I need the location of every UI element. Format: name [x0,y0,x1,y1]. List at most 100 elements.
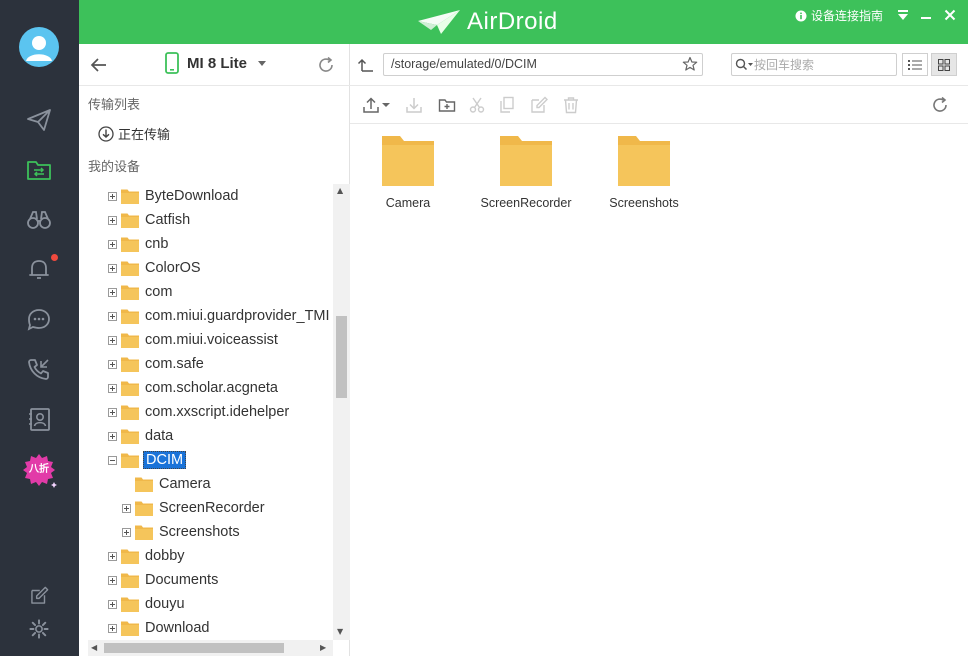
expand-icon[interactable] [108,359,117,369]
expand-icon[interactable] [108,335,117,345]
tree-row[interactable]: com [108,280,174,304]
refresh-files-button[interactable] [931,96,949,114]
tree-row[interactable]: douyu [108,592,187,616]
expand-icon[interactable] [108,623,117,633]
search-input[interactable] [754,56,892,73]
device-selector[interactable]: MI 8 Lite [165,52,269,74]
copy-button[interactable] [498,96,516,114]
expand-icon[interactable] [108,575,117,585]
expand-icon[interactable] [108,191,117,201]
expand-icon[interactable] [108,431,117,441]
edit-icon [31,586,49,604]
delete-button[interactable] [562,96,580,114]
tree-row[interactable]: com.xxscript.idehelper [108,400,291,424]
tree-row[interactable]: Documents [108,568,220,592]
expand-icon[interactable] [108,383,117,393]
tree-row[interactable]: com.safe [108,352,206,376]
chevron-down-icon [258,61,267,66]
folder-icon [135,501,153,516]
tree-row[interactable]: cnb [108,232,170,256]
device-sidebar: MI 8 Lite 传输列表 正在传输 我的设备 ByteDownload Cat… [79,44,350,656]
arrow-left-icon [90,58,106,72]
tree-vertical-scrollbar[interactable]: ▲ ▼ [333,184,350,640]
rename-button[interactable] [530,96,548,114]
path-field[interactable]: /storage/emulated/0/DCIM [383,53,703,76]
parent-folder-button[interactable] [357,56,375,74]
tree-horizontal-scrollbar[interactable]: ◀ ▶ [88,640,333,656]
transferring-item[interactable]: 正在传输 [98,124,170,143]
folder-tile[interactable]: Camera [358,132,458,222]
tree-row[interactable]: Catfish [108,208,192,232]
list-view-button[interactable] [902,53,928,76]
tree-row[interactable]: ByteDownload [108,184,241,208]
back-button[interactable] [89,55,109,75]
expand-icon[interactable] [108,407,117,417]
upload-icon [363,97,390,113]
menu-dropdown-button[interactable] [894,6,912,24]
grid-view-button[interactable] [931,53,957,76]
expand-icon[interactable] [108,239,117,249]
tree-row[interactable]: DCIM [108,448,187,472]
expand-icon[interactable] [108,551,117,561]
expand-icon[interactable] [108,599,117,609]
avatar[interactable] [19,27,59,67]
tree-row[interactable]: ColorOS [108,256,203,280]
expand-icon[interactable] [108,311,117,321]
search-icon[interactable] [735,58,755,72]
calls-nav[interactable] [21,351,57,387]
rename-icon [531,96,548,113]
connection-guide-link[interactable]: 设备连接指南 [795,7,883,24]
upload-button[interactable] [362,96,394,114]
expand-icon[interactable] [122,503,131,513]
folder-tile[interactable]: Screenshots [594,132,694,222]
tree-row[interactable]: Camera [122,472,213,496]
promo-badge[interactable]: 八折 [21,452,57,488]
tree-row[interactable]: com.miui.guardprovider_TMI [108,304,332,328]
trash-icon [564,97,578,114]
file-transfer-nav[interactable] [21,152,57,188]
close-icon [944,9,956,21]
feedback-nav[interactable] [21,578,57,614]
close-button[interactable] [941,6,959,24]
messages-nav[interactable] [21,301,57,337]
folder-icon [121,189,139,204]
folder-tile-label: Camera [385,196,431,210]
tree-row[interactable]: com.miui.voiceassist [108,328,280,352]
expand-icon[interactable] [108,263,117,273]
tree-row-label: cnb [145,236,169,252]
collapse-icon[interactable] [108,455,117,465]
settings-nav[interactable] [21,611,57,647]
scroll-right-icon: ▶ [320,643,327,652]
tree-vertical-scroll-thumb[interactable] [336,316,347,398]
minimize-icon [921,17,931,19]
tree-row[interactable]: Screenshots [122,520,242,544]
tree-row-label: com.safe [145,356,204,372]
airdroid-window: 八折 AirDroid 设备连接指南 MI 8 Lite 传输列表 正在传输 我… [0,0,968,656]
cut-button[interactable] [468,96,486,114]
folder-tile[interactable]: ScreenRecorder [476,132,576,222]
bookmark-button[interactable] [682,56,698,72]
promo-label: 八折 [29,464,49,475]
download-button[interactable] [405,96,423,114]
contacts-nav[interactable] [21,401,57,437]
new-folder-button[interactable] [438,96,456,114]
search-box [731,53,897,76]
tree-row-label: Screenshots [159,524,240,540]
expand-icon[interactable] [122,527,131,537]
tree-row[interactable]: dobby [108,544,187,568]
expand-icon[interactable] [108,287,117,297]
tree-row[interactable]: Download [108,616,212,640]
expand-icon[interactable] [108,215,117,225]
tree-row[interactable]: data [108,424,175,448]
device-refresh-button[interactable] [316,55,336,75]
tree-horizontal-scroll-thumb[interactable] [104,643,284,653]
tree-row-label: com.miui.voiceassist [145,332,278,348]
tree-row[interactable]: com.scholar.acgneta [108,376,280,400]
minimize-button[interactable] [917,6,935,24]
find-phone-nav[interactable] [21,201,57,237]
tree-row-label: DCIM [143,451,187,469]
tree-row-label: Camera [159,476,211,492]
tree-row-label: dobby [145,548,185,564]
send-nav[interactable] [21,102,57,138]
tree-row[interactable]: ScreenRecorder [122,496,267,520]
